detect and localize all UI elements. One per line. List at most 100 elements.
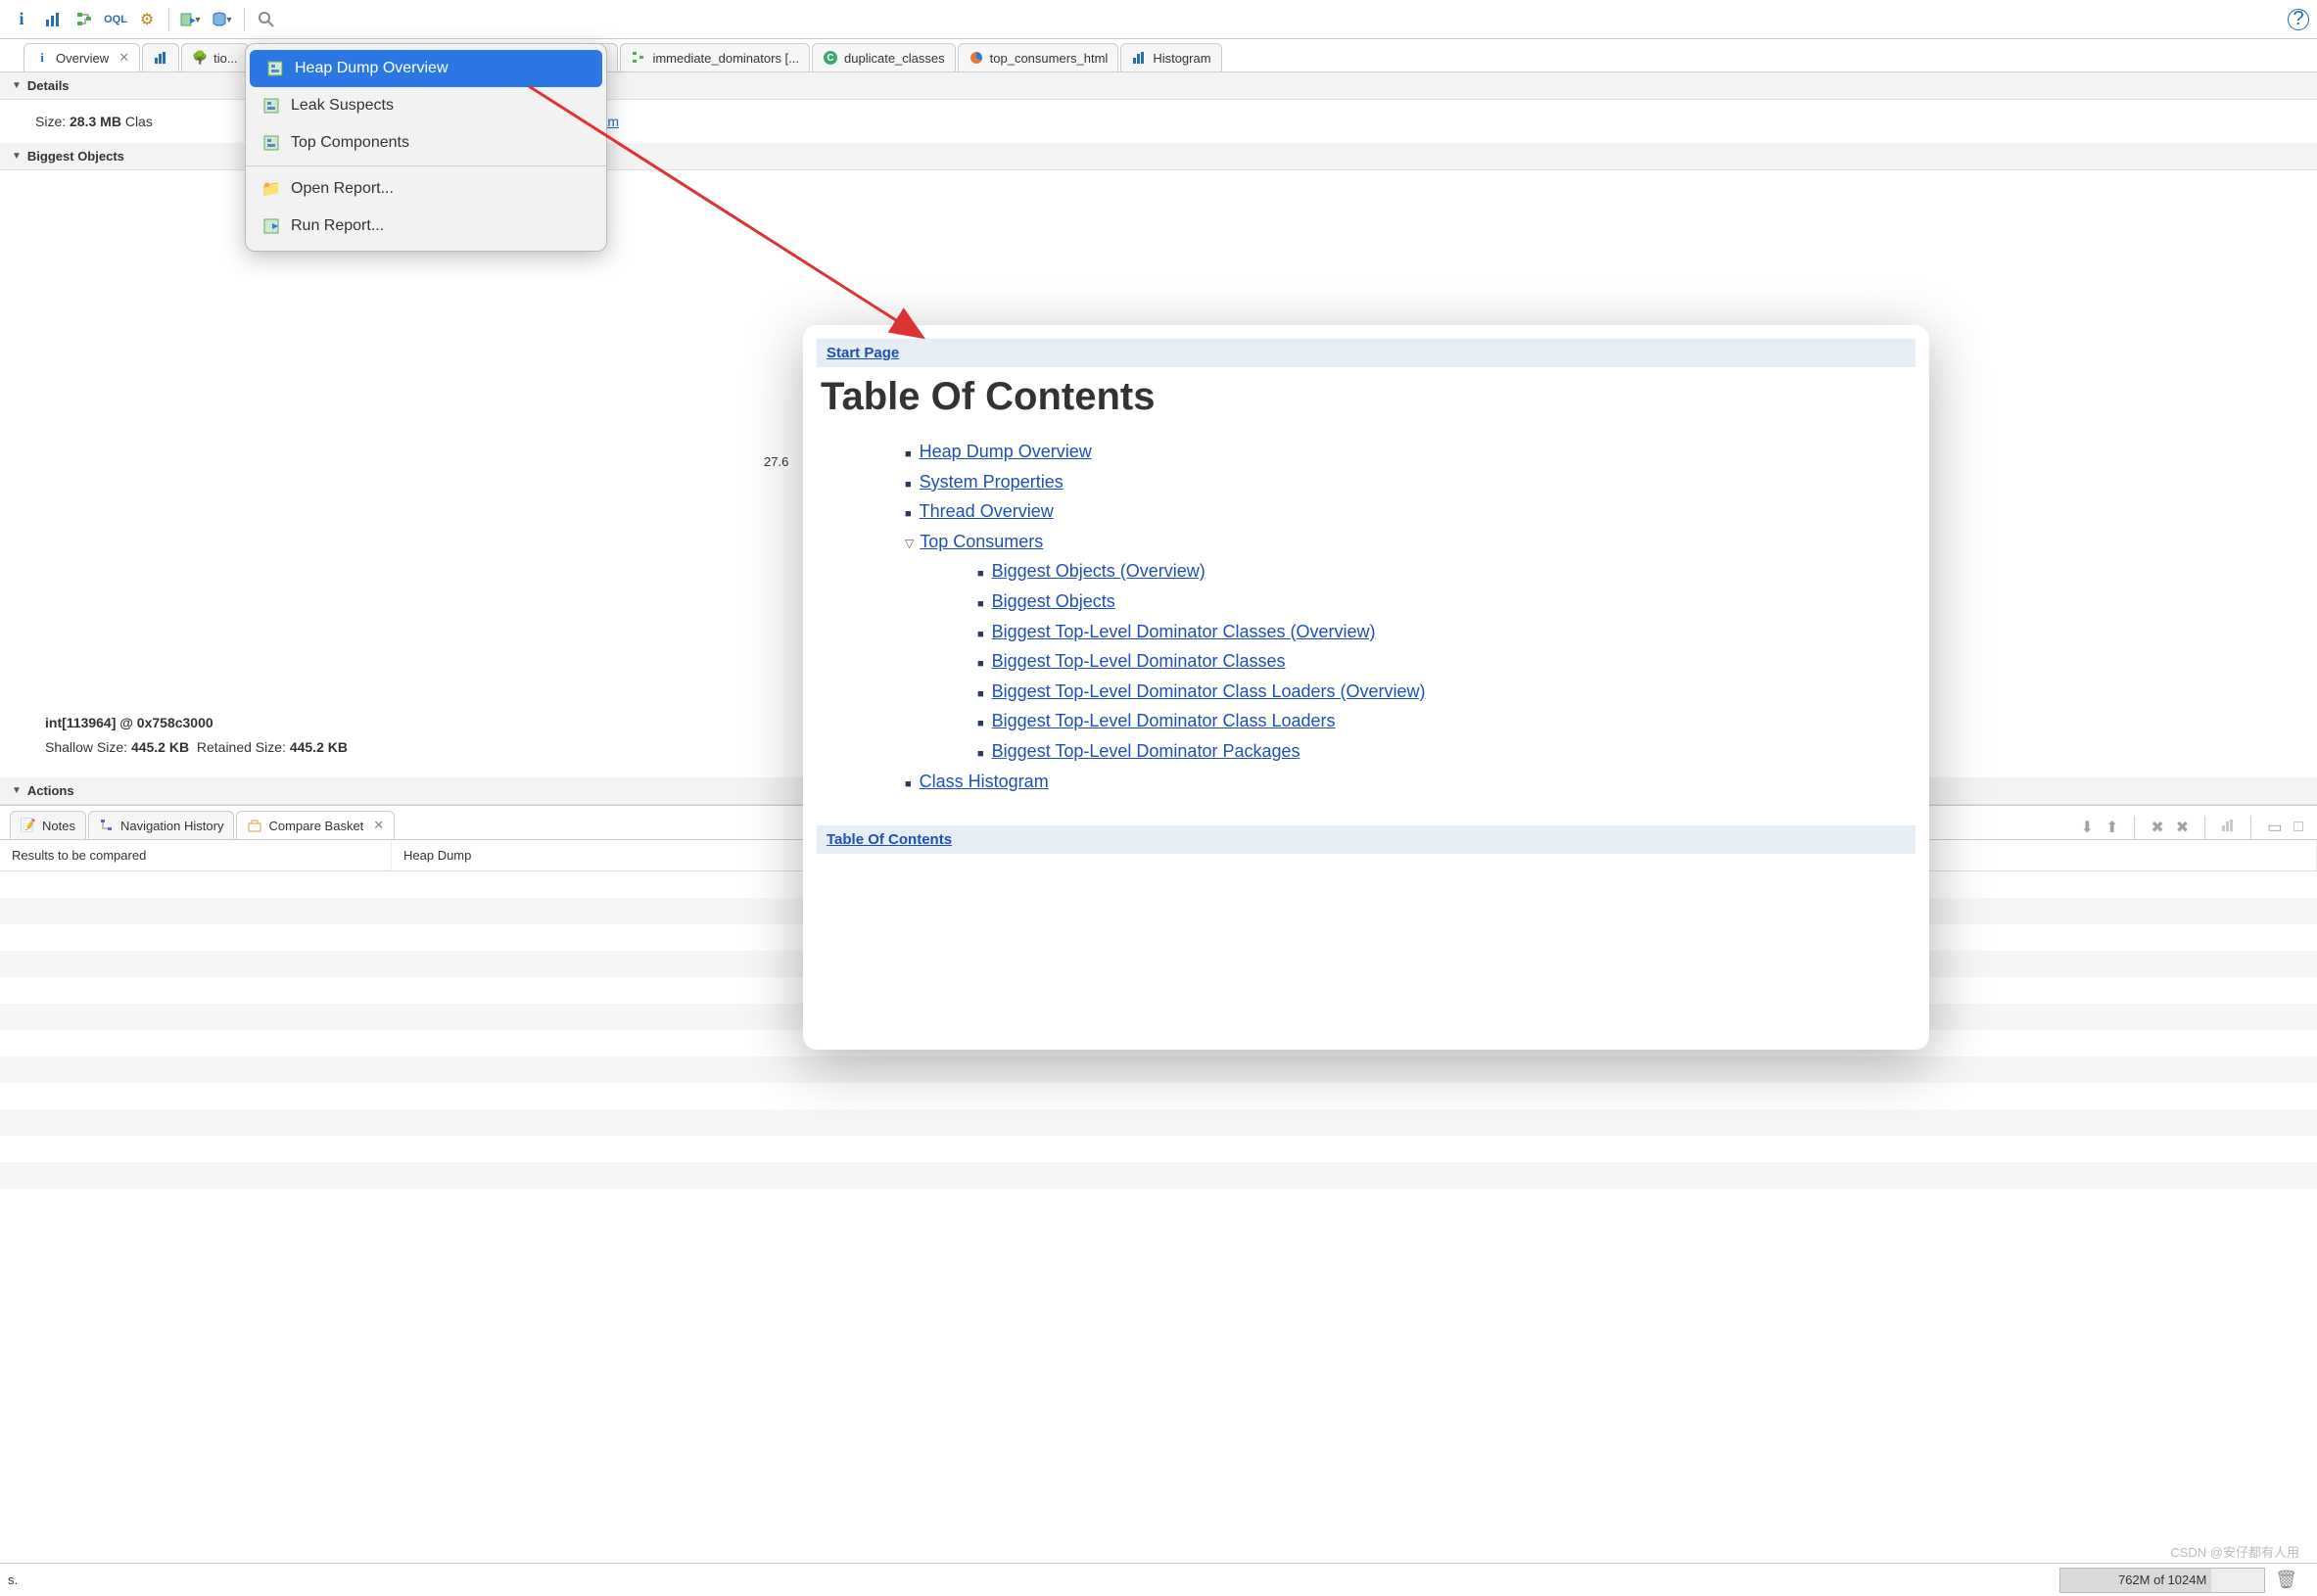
histogram-icon[interactable]: [2221, 819, 2235, 837]
retained-value: 445.2 KB: [290, 739, 348, 755]
remove-all-icon[interactable]: ✖: [2176, 818, 2189, 837]
report-icon: [267, 61, 283, 76]
tree-icon: 🌳: [192, 50, 208, 66]
collapse-icon: ▼: [12, 151, 22, 162]
table-row: [0, 1189, 2317, 1215]
toc-item: ■Class Histogram: [905, 767, 1915, 797]
memory-bar[interactable]: 762M of 1024M: [2059, 1568, 2265, 1593]
tab-label: top_consumers_html: [990, 51, 1109, 66]
dd-label: Leak Suspects: [291, 97, 394, 115]
toc-link[interactable]: Top Consumers: [920, 532, 1043, 551]
run-query-icon[interactable]: ▼: [177, 6, 205, 33]
help-icon[interactable]: ?: [2288, 9, 2309, 30]
toc-link[interactable]: Biggest Top-Level Dominator Classes: [992, 651, 1286, 671]
toc-link[interactable]: Biggest Top-Level Dominator Class Loader…: [992, 711, 1336, 730]
down-icon[interactable]: ⬇: [2081, 818, 2094, 837]
query-browser-icon[interactable]: ▼: [209, 6, 236, 33]
status-text: s.: [0, 1573, 18, 1587]
toc-link[interactable]: Class Histogram: [920, 772, 1049, 791]
table-row: [0, 1083, 2317, 1109]
info-icon: i: [34, 50, 50, 66]
up-icon[interactable]: ⬆: [2105, 818, 2118, 837]
report-icon: [263, 218, 279, 234]
toc-link[interactable]: Biggest Top-Level Dominator Class Loader…: [992, 681, 1426, 701]
gc-icon[interactable]: 🗑: [2275, 1570, 2297, 1590]
tab-notes[interactable]: 📝 Notes: [10, 811, 86, 839]
close-icon[interactable]: ✕: [373, 818, 384, 833]
collapse-icon: ▼: [12, 785, 22, 796]
toc-link[interactable]: System Properties: [920, 472, 1064, 492]
start-page-link[interactable]: Start Page: [827, 345, 899, 361]
toc-link[interactable]: Heap Dump Overview: [920, 442, 1092, 461]
tab-label: tio...: [213, 51, 238, 66]
folder-icon: 📁: [263, 181, 279, 197]
close-icon[interactable]: ✕: [118, 50, 129, 66]
tab-nav-history[interactable]: Navigation History: [88, 811, 235, 839]
chart-value: 27.6: [764, 454, 788, 469]
tab-overview[interactable]: i Overview ✕: [24, 43, 140, 71]
tab-compare-basket[interactable]: Compare Basket ✕: [236, 811, 395, 839]
tab-immediate-dominators[interactable]: immediate_dominators [...: [620, 43, 810, 71]
tab-tio[interactable]: 🌳 tio...: [181, 43, 249, 71]
expand-icon[interactable]: ▽: [905, 537, 914, 550]
info-icon[interactable]: i: [8, 6, 35, 33]
bottom-toolbar: ⬇ ⬆ ✖ ✖ ▭ □: [2067, 816, 2317, 839]
maximize-icon[interactable]: □: [2293, 819, 2303, 836]
retained-label: Retained Size:: [197, 739, 286, 755]
table-row: [0, 1056, 2317, 1083]
toc-link[interactable]: Thread Overview: [920, 501, 1054, 521]
minimize-icon[interactable]: ▭: [2267, 818, 2282, 837]
section-title: Biggest Objects: [27, 149, 124, 164]
toc-footer-link[interactable]: Table Of Contents: [827, 831, 952, 848]
tab-duplicate-classes[interactable]: Cduplicate_classes: [812, 43, 956, 71]
report-icon: [263, 98, 279, 114]
oql-icon[interactable]: OQL: [102, 6, 129, 33]
toc-item: ▽ Top Consumers: [905, 527, 1915, 557]
dd-label: Open Report...: [291, 180, 394, 198]
dd-leak-suspects[interactable]: Leak Suspects: [246, 87, 606, 124]
tab-histogram-1[interactable]: [142, 43, 179, 71]
tab-label: Notes: [42, 819, 75, 833]
tab-histogram-2[interactable]: Histogram: [1120, 43, 1221, 71]
col-results[interactable]: Results to be compared: [0, 840, 392, 870]
dd-label: Run Report...: [291, 217, 384, 235]
search-icon[interactable]: [253, 6, 280, 33]
memory-text: 762M of 1024M: [2118, 1573, 2206, 1587]
main-toolbar: i OQL ⚙ ▼ ▼ ?: [0, 0, 2317, 39]
section-title: Actions: [27, 783, 74, 798]
separator: [246, 165, 606, 166]
report-icon: [263, 135, 279, 151]
tab-top-consumers[interactable]: top_consumers_html: [958, 43, 1119, 71]
dd-run-report[interactable]: Run Report...: [246, 208, 606, 245]
toc-link[interactable]: Biggest Top-Level Dominator Packages: [992, 741, 1300, 761]
gear-icon[interactable]: ⚙: [133, 6, 161, 33]
shallow-label: Shallow Size:: [45, 739, 127, 755]
histogram-icon[interactable]: [39, 6, 67, 33]
tree-icon[interactable]: [71, 6, 98, 33]
toc-subitem: ■Biggest Top-Level Dominator Packages: [905, 736, 1915, 767]
separator: [168, 8, 169, 31]
object-info: int[113964] @ 0x758c3000 Shallow Size: 4…: [45, 711, 348, 760]
tab-label: Compare Basket: [268, 819, 363, 833]
toc-link[interactable]: Biggest Top-Level Dominator Classes (Ove…: [992, 622, 1376, 641]
shallow-value: 445.2 KB: [131, 739, 189, 755]
clas-text: Clas: [125, 114, 153, 129]
dd-open-report[interactable]: 📁 Open Report...: [246, 170, 606, 208]
remove-icon[interactable]: ✖: [2151, 818, 2163, 837]
dd-top-components[interactable]: Top Components: [246, 124, 606, 162]
tab-label: Overview: [56, 51, 109, 66]
dd-label: Top Components: [291, 134, 409, 152]
toc-link[interactable]: Biggest Objects: [992, 591, 1115, 611]
object-name: int[113964] @ 0x758c3000: [45, 711, 348, 735]
toc-link[interactable]: Biggest Objects (Overview): [992, 561, 1206, 581]
table-row: [0, 1162, 2317, 1189]
separator: [2134, 816, 2135, 839]
toc-subitem: ■Biggest Top-Level Dominator Classes: [905, 646, 1915, 677]
popup-header: Start Page: [817, 339, 1915, 367]
toc-item: ■Thread Overview: [905, 496, 1915, 527]
toc-subitem: ■Biggest Objects (Overview): [905, 556, 1915, 587]
dd-heap-overview[interactable]: Heap Dump Overview: [250, 50, 602, 87]
notes-icon: 📝: [21, 818, 36, 833]
collapse-icon: ▼: [12, 80, 22, 91]
size-value: 28.3 MB: [70, 114, 121, 129]
